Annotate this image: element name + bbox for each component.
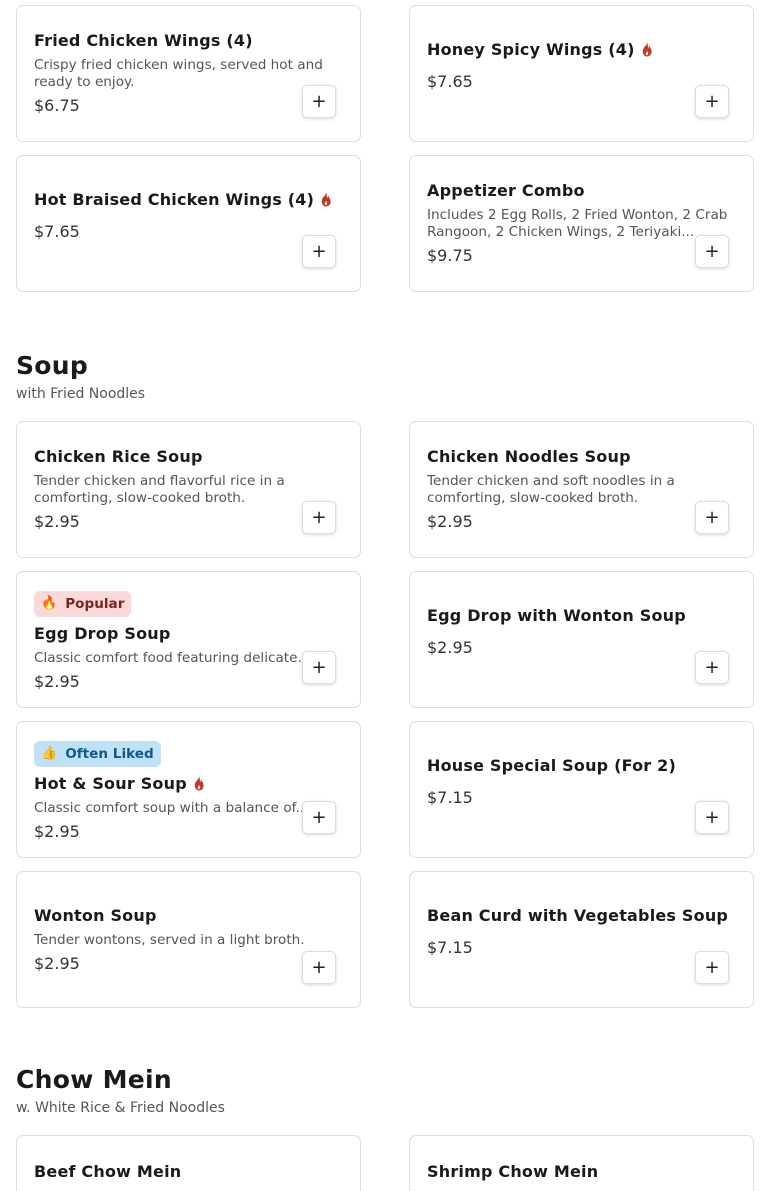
popular-badge: 🔥 Popular: [34, 590, 132, 617]
menu-item-card[interactable]: Wonton Soup Tender wontons, served in a …: [16, 871, 361, 1008]
add-to-cart-button[interactable]: +: [695, 501, 729, 534]
item-name: Shrimp Chow Mein: [427, 1162, 599, 1181]
add-to-cart-button[interactable]: +: [302, 235, 336, 268]
thumbs-up-icon: 👍: [41, 746, 58, 761]
add-to-cart-button[interactable]: +: [695, 801, 729, 834]
add-to-cart-button[interactable]: +: [302, 651, 336, 684]
add-to-cart-button[interactable]: +: [695, 651, 729, 684]
item-description: Classic comfort soup with a balance of..…: [34, 799, 309, 816]
item-price: $2.95: [34, 821, 80, 841]
menu-item-card[interactable]: Honey Spicy Wings (4) $7.65 +: [409, 5, 754, 142]
add-to-cart-button[interactable]: +: [695, 951, 729, 984]
item-name-row: Hot & Sour Soup: [34, 773, 343, 795]
menu-item-card[interactable]: Fried Chicken Wings (4) Crispy fried chi…: [16, 5, 361, 142]
item-name: Fried Chicken Wings (4): [34, 31, 253, 50]
item-price: $2.95: [34, 953, 80, 973]
section-subtitle-soup: with Fried Noodles: [16, 386, 146, 402]
section-subtitle-chow-mein: w. White Rice & Fried Noodles: [16, 1100, 225, 1116]
flame-icon: [642, 42, 652, 57]
item-price: $7.65: [34, 221, 80, 241]
add-to-cart-button[interactable]: +: [302, 801, 336, 834]
menu-item-card[interactable]: House Special Soup (For 2) $7.15 +: [409, 721, 754, 858]
item-name: Egg Drop Soup: [34, 623, 171, 643]
item-price: $2.95: [427, 512, 473, 531]
menu-item-card[interactable]: 👍 Often Liked Hot & Sour Soup Classic co…: [16, 721, 361, 858]
item-description: Tender wontons, served in a light broth.: [34, 931, 305, 948]
menu-item-card[interactable]: 🔥 Popular Egg Drop Soup Classic comfort …: [16, 571, 361, 708]
item-name: Beef Chow Mein: [34, 1162, 182, 1181]
often-liked-badge: 👍 Often Liked: [34, 740, 161, 767]
item-price: $7.15: [427, 787, 473, 807]
item-price: $2.95: [427, 637, 473, 657]
menu-item-card[interactable]: Shrimp Chow Mein: [409, 1135, 754, 1191]
menu-item-card[interactable]: Chicken Rice Soup Tender chicken and fla…: [16, 421, 361, 558]
item-name: Hot Braised Chicken Wings (4): [34, 189, 315, 209]
item-name: House Special Soup (For 2): [427, 755, 676, 775]
item-name: Egg Drop with Wonton Soup: [427, 605, 686, 625]
menu-item-card[interactable]: Bean Curd with Vegetables Soup $7.15 +: [409, 871, 754, 1008]
item-name: Hot & Sour Soup: [34, 773, 187, 793]
add-to-cart-button[interactable]: +: [695, 235, 729, 268]
item-name-row: Honey Spicy Wings (4): [427, 39, 736, 61]
flame-icon: [194, 776, 204, 791]
menu-item-card[interactable]: Hot Braised Chicken Wings (4) $7.65 +: [16, 155, 361, 292]
item-name: Appetizer Combo: [427, 181, 585, 200]
appetizer-grid: Fried Chicken Wings (4) Crispy fried chi…: [16, 5, 754, 292]
item-name-row: Hot Braised Chicken Wings (4): [34, 189, 343, 211]
add-to-cart-button[interactable]: +: [695, 85, 729, 118]
item-description: Classic comfort food featuring delicate.…: [34, 649, 311, 666]
flame-icon: [321, 192, 331, 207]
item-description: Crispy fried chicken wings, served hot a…: [34, 57, 323, 90]
item-name: Chicken Noodles Soup: [427, 447, 631, 466]
item-description: Tender chicken and soft noodles in a com…: [427, 473, 675, 506]
item-name: Chicken Rice Soup: [34, 447, 203, 466]
item-price: $2.95: [34, 671, 80, 691]
badge-label: Often Liked: [65, 745, 154, 762]
item-price: $7.15: [427, 937, 473, 957]
item-name: Wonton Soup: [34, 905, 157, 925]
menu-item-card[interactable]: Beef Chow Mein: [16, 1135, 361, 1191]
item-price: $6.75: [34, 96, 80, 115]
add-to-cart-button[interactable]: +: [302, 951, 336, 984]
section-title-soup: Soup: [16, 351, 89, 380]
item-description: Includes 2 Egg Rolls, 2 Fried Wonton, 2 …: [427, 207, 728, 240]
menu-item-card[interactable]: Chicken Noodles Soup Tender chicken and …: [409, 421, 754, 558]
item-name: Bean Curd with Vegetables Soup: [427, 905, 729, 925]
soup-grid: Chicken Rice Soup Tender chicken and fla…: [16, 421, 754, 1008]
section-title-chow-mein: Chow Mein: [16, 1065, 173, 1094]
item-price: $9.75: [427, 246, 473, 265]
chow-mein-grid: Beef Chow Mein Shrimp Chow Mein: [16, 1135, 754, 1191]
badge-label: Popular: [65, 595, 125, 612]
item-price: $2.95: [34, 512, 80, 531]
item-price: $7.65: [427, 71, 473, 91]
add-to-cart-button[interactable]: +: [302, 85, 336, 118]
fire-icon: 🔥: [41, 596, 58, 611]
item-name: Honey Spicy Wings (4): [427, 39, 635, 59]
menu-item-card[interactable]: Appetizer Combo Includes 2 Egg Rolls, 2 …: [409, 155, 754, 292]
menu-item-card[interactable]: Egg Drop with Wonton Soup $2.95 +: [409, 571, 754, 708]
item-description: Tender chicken and flavorful rice in a c…: [34, 473, 285, 506]
add-to-cart-button[interactable]: +: [302, 501, 336, 534]
